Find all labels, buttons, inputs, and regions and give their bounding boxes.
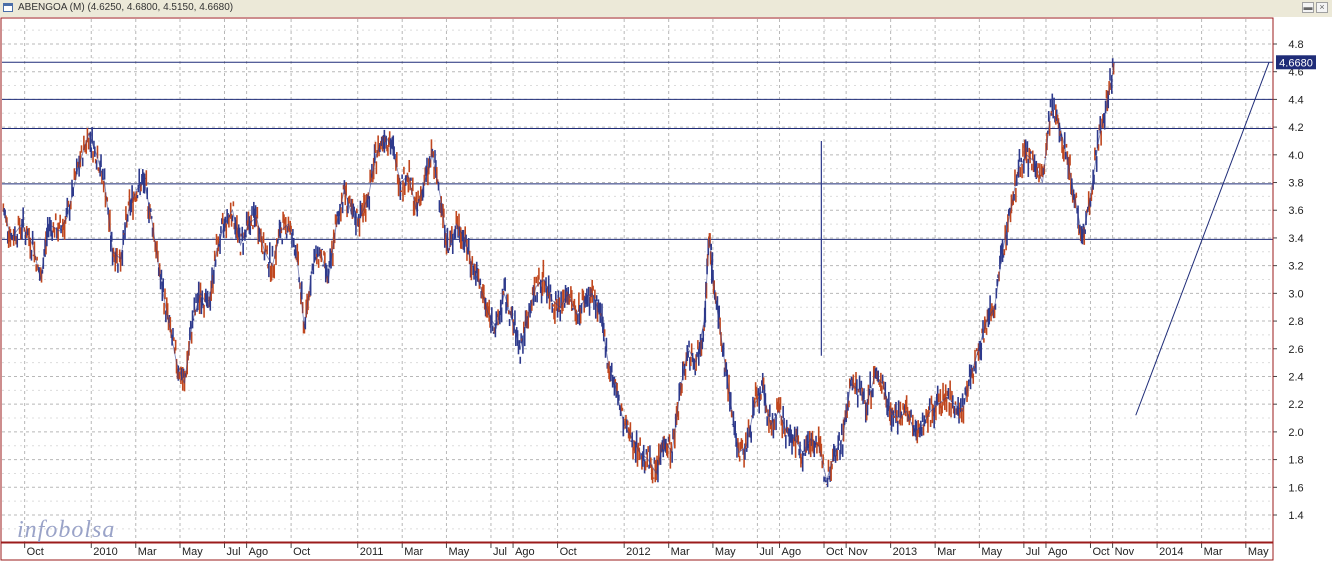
x-tick-label: Mar bbox=[404, 546, 423, 558]
x-tick-label: Mar bbox=[1204, 546, 1223, 558]
y-tick-label: 3.2 bbox=[1288, 261, 1303, 273]
x-tick-label: Mar bbox=[671, 546, 690, 558]
x-tick-label: 2014 bbox=[1159, 546, 1183, 558]
x-tick-label: Oct bbox=[560, 546, 577, 558]
y-tick-label: 2.2 bbox=[1288, 399, 1303, 411]
x-tick-label: Oct bbox=[293, 546, 310, 558]
y-tick-label: 4.8 bbox=[1288, 39, 1303, 51]
x-tick-label: May bbox=[715, 546, 736, 558]
x-tick-label: Nov bbox=[848, 546, 868, 558]
y-tick-label: 4.4 bbox=[1288, 94, 1303, 106]
y-tick-label: 2.8 bbox=[1288, 316, 1303, 328]
chart-window-icon bbox=[3, 3, 13, 12]
x-tick-label: Oct bbox=[1092, 546, 1109, 558]
y-tick-label: 2.6 bbox=[1288, 344, 1303, 356]
y-tick-label: 2.0 bbox=[1288, 427, 1303, 439]
y-tick-label: 4.0 bbox=[1288, 150, 1303, 162]
infobolsa-watermark: infobolsa bbox=[17, 517, 115, 544]
y-tick-label: 1.6 bbox=[1288, 482, 1303, 494]
x-tick-label: May bbox=[448, 546, 469, 558]
watermark-bolsa: bolsa bbox=[58, 517, 116, 543]
last-price-label: 4.6680 bbox=[1279, 57, 1313, 69]
y-tick-label: 3.4 bbox=[1288, 233, 1303, 245]
x-tick-label: Ago bbox=[249, 546, 269, 558]
y-tick-label: 3.6 bbox=[1288, 205, 1303, 217]
x-tick-label: 2013 bbox=[893, 546, 917, 558]
x-tick-label: Oct bbox=[826, 546, 843, 558]
x-tick-label: Ago bbox=[782, 546, 802, 558]
y-tick-label: 3.0 bbox=[1288, 288, 1303, 300]
chart-window: ABENGOA (M) (4.6250, 4.6800, 4.5150, 4.6… bbox=[0, 0, 1332, 561]
x-tick-label: Nov bbox=[1115, 546, 1135, 558]
chart-area[interactable]: 1.4 1.6 1.8 2.0 2.2 2.4 2.6 2.8 3.0 3.2 3.4 3.6 3.8 4… bbox=[0, 17, 1332, 561]
x-tick-label: Jul bbox=[759, 546, 773, 558]
x-tick-label: May bbox=[981, 546, 1002, 558]
x-tick-label: May bbox=[1248, 546, 1269, 558]
x-tick-label: 2010 bbox=[93, 546, 117, 558]
minimize-icon[interactable]: ▬ bbox=[1302, 2, 1314, 13]
x-tick-label: Ago bbox=[1048, 546, 1068, 558]
x-tick-label: Mar bbox=[937, 546, 956, 558]
x-tick-label: Ago bbox=[515, 546, 535, 558]
y-tick-label: 4.2 bbox=[1288, 122, 1303, 134]
x-tick-label: 2011 bbox=[360, 546, 384, 558]
x-tick-label: Oct bbox=[27, 546, 44, 558]
y-tick-label: 2.4 bbox=[1288, 371, 1303, 383]
watermark-info: info bbox=[17, 517, 59, 543]
close-icon[interactable]: × bbox=[1316, 2, 1328, 13]
x-tick-label: Jul bbox=[226, 546, 240, 558]
x-tick-label: Mar bbox=[138, 546, 157, 558]
x-tick-label: 2012 bbox=[626, 546, 650, 558]
y-tick-label: 3.8 bbox=[1288, 178, 1303, 190]
x-tick-label: May bbox=[182, 546, 203, 558]
window-title: ABENGOA (M) (4.6250, 4.6800, 4.5150, 4.6… bbox=[18, 2, 234, 13]
y-tick-label: 1.4 bbox=[1288, 510, 1303, 522]
y-tick-label: 1.8 bbox=[1288, 455, 1303, 467]
window-titlebar[interactable]: ABENGOA (M) (4.6250, 4.6800, 4.5150, 4.6… bbox=[0, 0, 1332, 18]
x-tick-label: Jul bbox=[493, 546, 507, 558]
x-tick-label: Jul bbox=[1026, 546, 1040, 558]
price-chart[interactable]: 1.4 1.6 1.8 2.0 2.2 2.4 2.6 2.8 3.0 3.2 3.4 3.6 3.8 4… bbox=[0, 17, 1332, 561]
